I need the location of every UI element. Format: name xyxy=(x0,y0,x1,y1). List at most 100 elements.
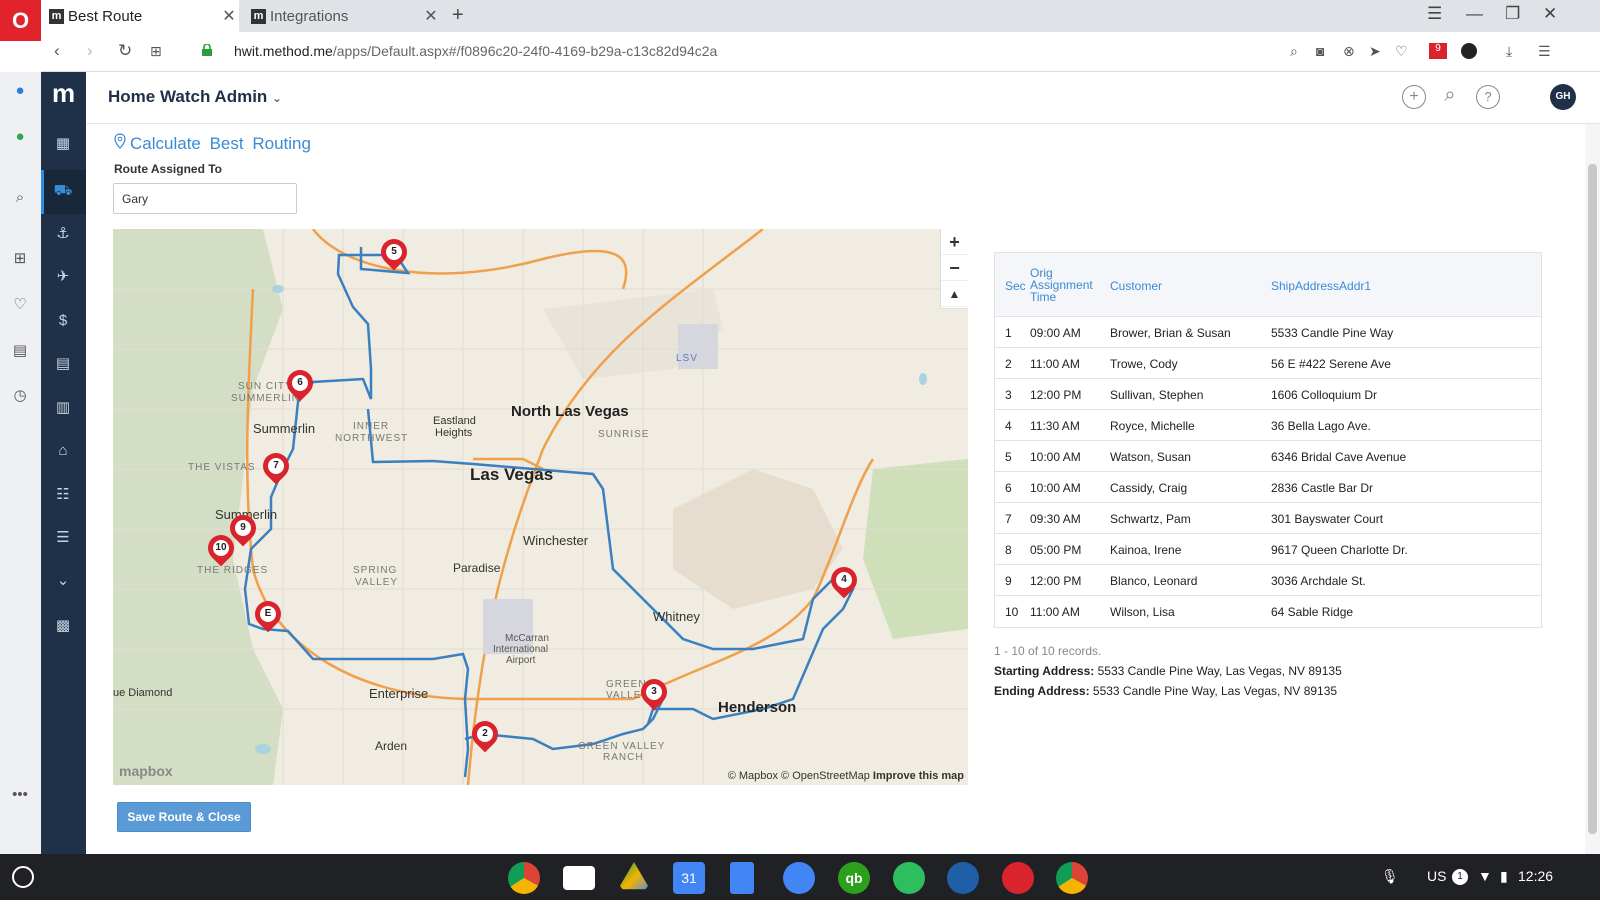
attribution-text[interactable]: © Mapbox © OpenStreetMap xyxy=(728,770,870,782)
route-pin[interactable]: 2 xyxy=(472,721,498,755)
evernote-icon[interactable] xyxy=(893,862,925,894)
tab-menu-icon[interactable]: ☰ xyxy=(1427,4,1442,24)
bookmarks-heart-icon[interactable]: ♡ xyxy=(10,295,30,315)
table-row[interactable]: 912:00 PMBlanco, Leonard3036 Archdale St… xyxy=(995,565,1541,596)
route-pin[interactable]: 4 xyxy=(831,567,857,601)
table-row[interactable]: 211:00 AMTrowe, Cody56 E #422 Serene Ave xyxy=(995,348,1541,379)
whatsapp-icon[interactable]: ● xyxy=(10,128,30,148)
chrome-icon[interactable] xyxy=(1056,862,1088,894)
close-window-icon[interactable]: ✕ xyxy=(1543,4,1557,24)
table-row[interactable]: 109:00 AMBrower, Brian & Susan5533 Candl… xyxy=(995,317,1541,348)
method-logo[interactable]: m xyxy=(41,78,86,118)
factory-icon[interactable]: ⌂ xyxy=(52,440,74,462)
route-assigned-input[interactable]: Gary xyxy=(113,183,297,214)
restore-icon[interactable]: ❐ xyxy=(1505,4,1520,24)
column-header-address[interactable]: ShipAddressAddr1 xyxy=(1271,280,1371,292)
mapbox-logo[interactable]: mapbox xyxy=(119,763,173,779)
contacts-icon[interactable]: ☷ xyxy=(52,484,74,506)
easy-setup-icon[interactable]: ☰ xyxy=(1538,43,1551,60)
app-switcher[interactable]: Home Watch Admin ⌄ xyxy=(108,87,282,107)
route-map[interactable]: North Las Vegas Las Vegas Summerlin Summ… xyxy=(113,229,968,785)
history-clock-icon[interactable]: ◷ xyxy=(10,386,30,406)
avatar[interactable]: GH xyxy=(1550,84,1576,110)
zoom-in-button[interactable]: + xyxy=(941,229,968,255)
table-row[interactable]: 510:00 AMWatson, Susan6346 Bridal Cave A… xyxy=(995,441,1541,472)
column-header-orig-line3[interactable]: Time xyxy=(1030,291,1056,303)
launcher-icon[interactable] xyxy=(12,866,34,888)
add-icon[interactable]: + xyxy=(1402,85,1426,109)
store-icon[interactable]: ▩ xyxy=(52,615,74,637)
route-pin[interactable]: 7 xyxy=(263,453,289,487)
tab-integrations[interactable]: m Integrations ✕ xyxy=(243,0,441,32)
route-pin[interactable]: E xyxy=(255,601,281,635)
wifi-icon[interactable]: ▼ xyxy=(1478,868,1492,884)
column-header-seq[interactable]: Sec xyxy=(1005,280,1026,292)
tab-best-route[interactable]: m Best Route ✕ xyxy=(41,0,239,32)
route-pin[interactable]: 6 xyxy=(287,370,313,404)
chevron-down-icon[interactable]: ⌄ xyxy=(52,570,74,592)
extension-badge-icon[interactable]: 9 xyxy=(1429,43,1447,59)
page-scrollbar[interactable] xyxy=(1585,124,1600,854)
document-icon[interactable]: ▤ xyxy=(52,353,74,375)
building-icon[interactable]: ▥ xyxy=(52,397,74,419)
dashboard-icon[interactable]: ▦ xyxy=(52,133,74,155)
quickbooks-icon[interactable]: qb xyxy=(838,862,870,894)
drive-icon[interactable] xyxy=(618,862,650,894)
list-icon[interactable]: ☰ xyxy=(52,527,74,549)
news-icon[interactable]: ▤ xyxy=(10,341,30,361)
table-row[interactable]: 1011:00 AMWilson, Lisa64 Sable Ridge xyxy=(995,596,1541,627)
minimize-icon[interactable]: — xyxy=(1466,4,1483,24)
battery-icon[interactable]: ▮ xyxy=(1500,868,1508,885)
zoom-out-button[interactable]: − xyxy=(941,255,968,281)
table-row[interactable]: 411:30 AMRoyce, Michelle36 Bella Lago Av… xyxy=(995,410,1541,441)
dollar-icon[interactable]: $ xyxy=(52,310,74,332)
compass-icon[interactable]: ▲ xyxy=(941,281,968,307)
close-tab-icon[interactable]: ✕ xyxy=(219,6,239,26)
forward-icon[interactable]: › xyxy=(87,41,93,61)
help-icon[interactable]: ? xyxy=(1476,85,1500,109)
opera-menu-button[interactable]: O xyxy=(0,0,41,41)
table-row[interactable]: 805:00 PMKainoa, Irene9617 Queen Charlot… xyxy=(995,534,1541,565)
app-icon[interactable] xyxy=(947,862,979,894)
back-icon[interactable]: ‹ xyxy=(54,41,60,61)
microphone-icon[interactable]: 🎙 xyxy=(1381,868,1399,885)
clock[interactable]: 12:26 xyxy=(1518,868,1553,884)
opera-icon[interactable] xyxy=(1002,862,1034,894)
speed-dial-icon[interactable]: ⊞ xyxy=(10,249,30,269)
bookmark-heart-icon[interactable]: ♡ xyxy=(1395,43,1408,60)
table-row[interactable]: 312:00 PMSullivan, Stephen1606 Colloquiu… xyxy=(995,379,1541,410)
notification-badge[interactable]: 1 xyxy=(1452,869,1468,885)
route-pin[interactable]: 5 xyxy=(381,239,407,273)
column-header-customer[interactable]: Customer xyxy=(1110,280,1162,292)
url-field[interactable]: hwit.method.me/apps/Default.aspx#/f0896c… xyxy=(234,43,717,59)
files-icon[interactable] xyxy=(783,862,815,894)
gmail-icon[interactable] xyxy=(563,866,595,890)
locale[interactable]: US xyxy=(1427,868,1446,884)
search-icon[interactable]: ⌕ xyxy=(1438,85,1462,109)
scrollbar-thumb[interactable] xyxy=(1588,164,1597,834)
new-tab-button[interactable]: + xyxy=(452,4,464,27)
routing-icon[interactable]: ⛟ xyxy=(52,180,74,202)
anchor-icon[interactable]: ⚓ xyxy=(52,223,74,245)
extension-icon[interactable] xyxy=(1461,43,1477,59)
send-icon[interactable]: ➤ xyxy=(1369,43,1381,60)
reload-icon[interactable]: ↻ xyxy=(118,41,132,61)
chrome-icon[interactable] xyxy=(508,862,540,894)
route-pin[interactable]: 3 xyxy=(641,679,667,713)
snapshot-icon[interactable]: ◙ xyxy=(1316,43,1324,59)
docs-icon[interactable] xyxy=(730,862,754,894)
more-icon[interactable]: ••• xyxy=(10,786,30,806)
adblock-icon[interactable]: ⊗ xyxy=(1343,43,1355,60)
calendar-icon[interactable]: 31 xyxy=(673,862,705,894)
download-icon[interactable]: ⤓ xyxy=(1506,43,1512,60)
speed-dial-icon[interactable]: ⊞ xyxy=(150,43,162,60)
table-row[interactable]: 610:00 AMCassidy, Craig2836 Castle Bar D… xyxy=(995,472,1541,503)
search-page-icon[interactable]: ⌕ xyxy=(1290,43,1298,60)
plane-icon[interactable]: ✈ xyxy=(52,266,74,288)
route-pin[interactable]: 10 xyxy=(208,535,234,569)
save-route-button[interactable]: Save Route & Close xyxy=(117,802,251,832)
improve-map-link[interactable]: Improve this map xyxy=(873,770,964,782)
messenger-icon[interactable]: ● xyxy=(10,82,30,102)
search-icon[interactable]: ⌕ xyxy=(10,189,30,209)
close-tab-icon[interactable]: ✕ xyxy=(421,6,441,26)
